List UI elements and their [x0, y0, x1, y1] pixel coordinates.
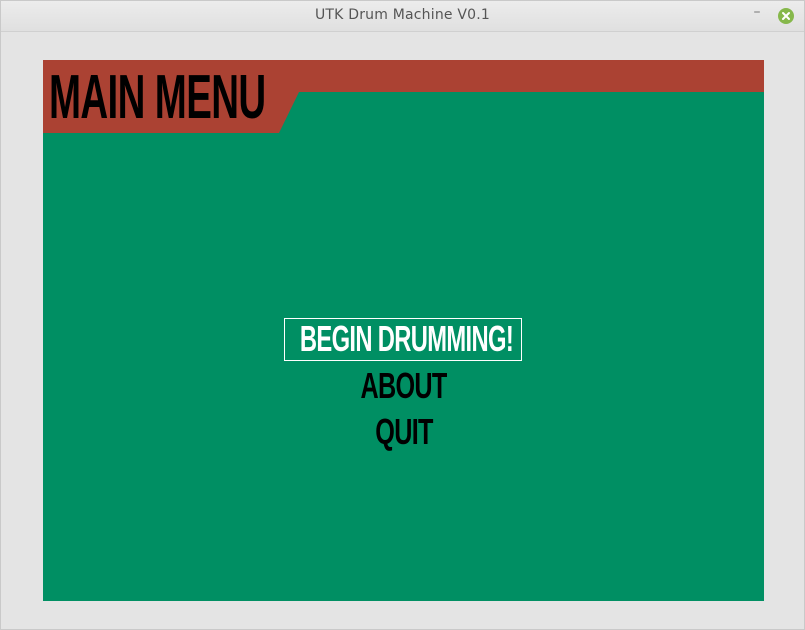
window-title: UTK Drum Machine V0.1: [314, 7, 491, 23]
minimize-icon: –: [753, 4, 761, 20]
minimize-button[interactable]: –: [749, 4, 765, 23]
page-title: MAIN MENU: [49, 63, 266, 132]
about-label: ABOUT: [360, 365, 447, 406]
close-button[interactable]: [778, 8, 794, 24]
game-canvas: MAIN MENU BEGIN DRUMMING! ABOUT QUIT: [43, 60, 764, 601]
begin-drumming-button[interactable]: BEGIN DRUMMING!: [284, 318, 522, 361]
quit-label: QUIT: [374, 411, 433, 452]
begin-drumming-label: BEGIN DRUMMING!: [299, 318, 514, 359]
close-icon: [782, 12, 790, 20]
about-button[interactable]: ABOUT: [43, 366, 764, 406]
title-bar[interactable]: UTK Drum Machine V0.1 –: [1, 1, 804, 32]
app-window: UTK Drum Machine V0.1 – MAIN MENU BEGIN …: [0, 0, 805, 630]
quit-button[interactable]: QUIT: [43, 412, 764, 452]
